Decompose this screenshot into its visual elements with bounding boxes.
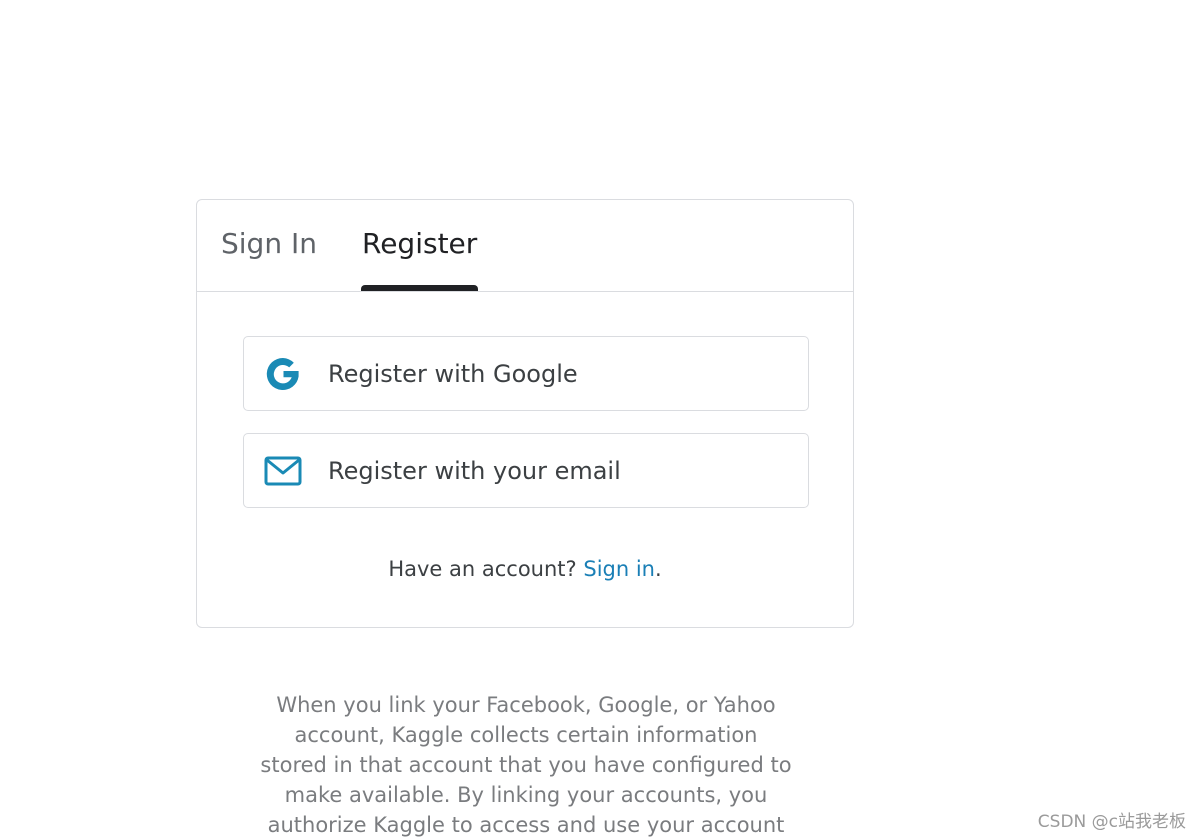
auth-card: Sign In Register Register with Google Re… (196, 199, 854, 628)
disclaimer-line: account, Kaggle collects certain informa… (294, 723, 758, 747)
watermark-text: CSDN @c站我老板 (1037, 812, 1186, 832)
disclaimer-line: make available. By linking your accounts… (284, 783, 768, 807)
mail-icon (263, 451, 303, 491)
register-with-google-label: Register with Google (328, 360, 578, 388)
have-account-suffix: . (654, 557, 662, 581)
disclaimer-line: When you link your Facebook, Google, or … (276, 693, 776, 717)
have-account-text: Have an account? (388, 557, 577, 581)
register-with-google-button[interactable]: Register with Google (243, 336, 809, 411)
disclaimer-line: authorize Kaggle to access and use your … (267, 813, 785, 837)
register-with-email-label: Register with your email (328, 457, 621, 485)
tab-sign-in[interactable]: Sign In (221, 226, 317, 262)
active-tab-indicator (361, 285, 478, 291)
auth-tabs: Sign In Register (197, 200, 853, 292)
google-icon (263, 354, 303, 394)
privacy-disclaimer: When you link your Facebook, Google, or … (226, 690, 826, 840)
disclaimer-line: stored in that account that you have con… (260, 753, 792, 777)
have-account-prompt: Have an account? Sign in. (197, 555, 853, 583)
tab-register[interactable]: Register (362, 226, 477, 262)
sign-in-link[interactable]: Sign in (583, 557, 655, 581)
register-with-email-button[interactable]: Register with your email (243, 433, 809, 508)
